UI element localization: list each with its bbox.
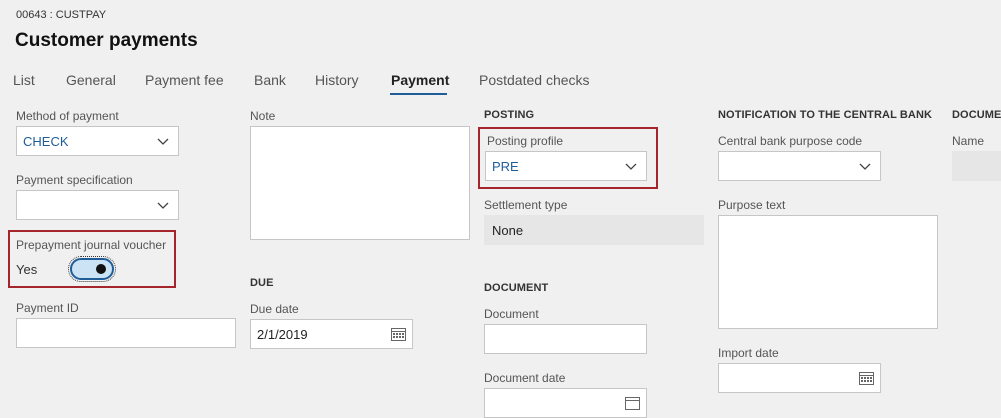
- note-textarea[interactable]: [250, 126, 470, 240]
- page-title: Customer payments: [15, 30, 198, 51]
- settlement-type-value: None: [484, 215, 704, 245]
- document-input[interactable]: [484, 324, 647, 354]
- note-label: Note: [250, 109, 276, 123]
- central-bank-purpose-code-select[interactable]: [718, 151, 881, 181]
- posting-profile-value: PRE: [492, 158, 519, 174]
- purpose-text-textarea[interactable]: [718, 215, 938, 329]
- tab-bank[interactable]: Bank: [254, 72, 286, 88]
- prepayment-journal-voucher-label: Prepayment journal voucher: [16, 238, 167, 252]
- payment-id-label: Payment ID: [16, 301, 79, 315]
- active-tab-indicator: [390, 93, 447, 95]
- calendar-icon[interactable]: [625, 396, 640, 410]
- posting-section-heading: POSTING: [484, 109, 535, 121]
- method-of-payment-select[interactable]: CHECK: [16, 126, 179, 156]
- name-label: Name: [952, 134, 985, 148]
- calendar-icon[interactable]: [859, 371, 874, 385]
- document-label: Document: [484, 307, 539, 321]
- central-bank-section-heading: NOTIFICATION TO THE CENTRAL BANK: [718, 109, 933, 121]
- method-of-payment-value: CHECK: [23, 133, 69, 149]
- calendar-icon[interactable]: [391, 327, 406, 341]
- prepayment-toggle-state: Yes: [16, 262, 38, 277]
- payment-specification-select[interactable]: [16, 190, 179, 220]
- posting-profile-select[interactable]: PRE: [485, 151, 647, 181]
- payment-id-input[interactable]: [16, 318, 236, 348]
- settlement-type-label: Settlement type: [484, 198, 568, 212]
- tab-list[interactable]: List: [13, 72, 35, 88]
- due-date-label: Due date: [250, 302, 299, 316]
- toggle-knob: [96, 264, 106, 274]
- prepayment-journal-voucher-toggle[interactable]: [68, 256, 116, 282]
- import-date-label: Import date: [718, 346, 779, 360]
- document-section-heading: DOCUMENT: [484, 282, 549, 294]
- method-of-payment-label: Method of payment: [16, 109, 119, 123]
- tab-general[interactable]: General: [66, 72, 116, 88]
- breadcrumb: 00643 : CUSTPAY: [16, 9, 107, 21]
- purpose-text-label: Purpose text: [718, 198, 786, 212]
- posting-profile-label: Posting profile: [487, 134, 564, 148]
- chevron-down-icon: [625, 163, 637, 170]
- payment-specification-label: Payment specification: [16, 173, 133, 187]
- document-date-label: Document date: [484, 371, 566, 385]
- import-date-input[interactable]: [718, 363, 881, 393]
- central-bank-purpose-code-label: Central bank purpose code: [718, 134, 863, 148]
- name-value: [952, 151, 1001, 181]
- tab-payment-fee[interactable]: Payment fee: [145, 72, 224, 88]
- chevron-down-icon: [859, 163, 871, 170]
- tab-postdated-checks[interactable]: Postdated checks: [479, 72, 590, 88]
- chevron-down-icon: [157, 138, 169, 145]
- tab-history[interactable]: History: [315, 72, 359, 88]
- due-date-value: 2/1/2019: [257, 326, 308, 342]
- chevron-down-icon: [157, 202, 169, 209]
- document-date-input[interactable]: [484, 388, 647, 418]
- document-right-section-heading: DOCUMEN: [952, 109, 1001, 121]
- due-date-input[interactable]: 2/1/2019: [250, 319, 413, 349]
- due-section-heading: DUE: [250, 277, 274, 289]
- tab-payment[interactable]: Payment: [391, 72, 449, 88]
